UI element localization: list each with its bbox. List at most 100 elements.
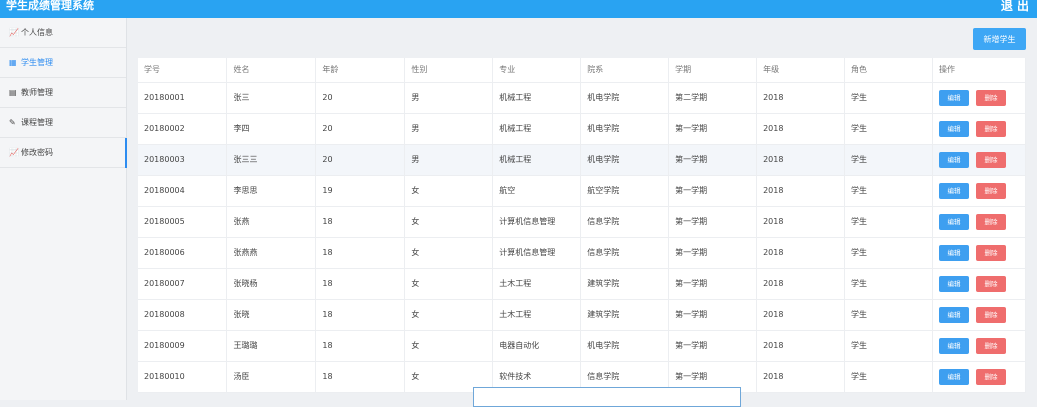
table-cell: 机械工程: [492, 144, 582, 176]
table-cell: 机电学院: [580, 330, 670, 362]
actions-cell: 编辑 删除: [932, 299, 1027, 331]
table-cell: 第一学期: [668, 299, 758, 331]
table-cell: 第一学期: [668, 144, 758, 176]
table-cell: 信息学院: [580, 206, 670, 238]
sidebar-item-student-management[interactable]: ▦ 学生管理: [0, 48, 126, 78]
table-cell: 20180009: [138, 330, 228, 362]
table-cell: 张燕: [226, 206, 317, 238]
delete-button[interactable]: 删除: [975, 120, 1006, 137]
table-cell: 20180002: [138, 113, 228, 145]
table-cell: 电器自动化: [492, 330, 582, 362]
edit-button[interactable]: 编辑: [938, 151, 969, 168]
delete-button[interactable]: 删除: [975, 337, 1006, 354]
column-header: 学号: [138, 58, 228, 83]
table-cell: 张燕燕: [226, 237, 317, 269]
column-header: 学期: [668, 58, 758, 83]
table-cell: 李四: [226, 113, 317, 145]
table-cell: 男: [404, 113, 494, 145]
edit-button[interactable]: 编辑: [938, 244, 969, 261]
table-cell: 女: [404, 206, 494, 238]
table-cell: 第一学期: [668, 237, 758, 269]
edit-button[interactable]: 编辑: [938, 182, 969, 199]
table-cell: 女: [404, 299, 494, 331]
table-cell: 20: [315, 113, 406, 145]
table-cell: 2018: [756, 82, 846, 114]
table-cell: 18: [315, 330, 406, 362]
table-cell: 航空: [492, 175, 582, 207]
table-cell: 学生: [844, 299, 933, 331]
keyboard-icon: ▤: [9, 87, 17, 97]
delete-button[interactable]: 删除: [975, 213, 1006, 230]
table-cell: 20180004: [138, 175, 228, 207]
table-cell: 学生: [844, 361, 933, 393]
edit-button[interactable]: 编辑: [938, 368, 969, 385]
table-cell: 女: [404, 175, 494, 207]
table-cell: 20180007: [138, 268, 228, 300]
delete-button[interactable]: 删除: [975, 368, 1006, 385]
edit-button[interactable]: 编辑: [938, 120, 969, 137]
table-cell: 张三三: [226, 144, 317, 176]
table-cell: 20: [315, 82, 406, 114]
table-cell: 学生: [844, 144, 933, 176]
table-row: 20180009 王璐璐 18 女电器自动化 机电学院 第一学期 2018 学生 编辑 删除: [138, 330, 1027, 362]
table-cell: 李思思: [226, 175, 317, 207]
table-cell: 张三: [226, 82, 317, 114]
table-cell: 2018: [756, 144, 846, 176]
table-cell: 机电学院: [580, 113, 670, 145]
table-cell: 2018: [756, 299, 846, 331]
sidebar: 📈 个人信息 ▦ 学生管理 ▤ 教师管理 ✎ 课程管理 📈 修改密码: [0, 18, 127, 400]
sidebar-item-personal-info[interactable]: 📈 个人信息: [0, 18, 126, 48]
table-row: 20180006 张燕燕 18 女计算机信息管理 信息学院 第一学期 2018 学生 编辑 删除: [138, 237, 1027, 269]
sidebar-item-change-password[interactable]: 📈 修改密码: [0, 138, 127, 168]
edit-button[interactable]: 编辑: [938, 89, 969, 106]
table-cell: 2018: [756, 206, 846, 238]
edit-button[interactable]: 编辑: [938, 306, 969, 323]
table-cell: 20180001: [138, 82, 228, 114]
delete-button[interactable]: 删除: [975, 151, 1006, 168]
sidebar-item-label: 学生管理: [21, 57, 53, 67]
edit-button[interactable]: 编辑: [938, 213, 969, 230]
table-cell: 张晓: [226, 299, 317, 331]
table-cell: 机械工程: [492, 113, 582, 145]
table-cell: 学生: [844, 206, 933, 238]
table-cell: 计算机信息管理: [492, 206, 582, 238]
table-cell: 土木工程: [492, 299, 582, 331]
table-row: 20180008 张晓 18 女土木工程 建筑学院 第一学期 2018 学生 编辑 删除: [138, 299, 1027, 331]
actions-cell: 编辑 删除: [932, 330, 1027, 362]
column-header: 角色: [844, 58, 933, 83]
delete-button[interactable]: 删除: [975, 306, 1006, 323]
delete-button[interactable]: 删除: [975, 182, 1006, 199]
table-cell: 18: [315, 206, 406, 238]
table-cell: 18: [315, 268, 406, 300]
pencil-icon: ✎: [9, 117, 16, 127]
edit-button[interactable]: 编辑: [938, 337, 969, 354]
table-cell: 汤臣: [226, 361, 317, 393]
logout-button[interactable]: 退 出: [1001, 0, 1029, 13]
table-cell: 计算机信息管理: [492, 237, 582, 269]
table-row: 20180007 张晓杨 18 女土木工程 建筑学院 第一学期 2018 学生 编辑 删除: [138, 268, 1027, 300]
table-header-row: 学号 姓名 年龄 性别 专业 院系 学期 年级 角色 操作: [138, 58, 1027, 83]
delete-button[interactable]: 删除: [975, 89, 1006, 106]
table-cell: 2018: [756, 237, 846, 269]
table-cell: 机电学院: [580, 82, 670, 114]
sidebar-item-label: 修改密码: [21, 147, 53, 157]
table-cell: 20180010: [138, 361, 228, 393]
main-content: 新增学生 学号 姓名 年龄 性别 专业 院系 学期 年级 角色 操作 20180…: [138, 28, 1027, 407]
table-cell: 2018: [756, 268, 846, 300]
sidebar-item-label: 课程管理: [21, 117, 53, 127]
actions-cell: 编辑 删除: [932, 361, 1027, 393]
table-cell: 2018: [756, 361, 846, 393]
column-header: 姓名: [226, 58, 317, 83]
column-header: 年龄: [315, 58, 406, 83]
table-cell: 男: [404, 82, 494, 114]
table-cell: 张晓杨: [226, 268, 317, 300]
delete-button[interactable]: 删除: [975, 275, 1006, 292]
add-student-button[interactable]: 新增学生: [973, 28, 1026, 50]
sidebar-item-teacher-management[interactable]: ▤ 教师管理: [0, 78, 126, 108]
actions-cell: 编辑 删除: [932, 144, 1027, 176]
edit-button[interactable]: 编辑: [938, 275, 969, 292]
delete-button[interactable]: 删除: [975, 244, 1006, 261]
sidebar-item-course-management[interactable]: ✎ 课程管理: [0, 108, 126, 138]
popup-frame: [473, 387, 741, 407]
table-cell: 女: [404, 237, 494, 269]
